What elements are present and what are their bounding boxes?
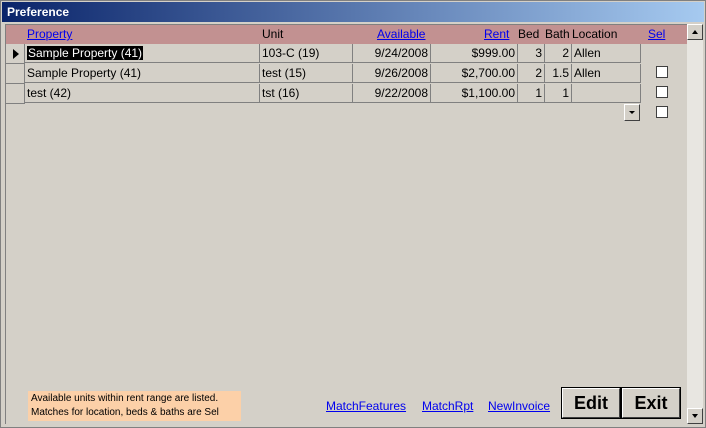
location-value: Allen [574,46,601,60]
record-selector[interactable] [6,84,25,104]
match-features-link[interactable]: MatchFeatures [326,399,406,413]
property-value: Sample Property (41) [27,46,144,60]
new-invoice-link[interactable]: NewInvoice [488,399,550,413]
column-header-row: Property Unit Available Rent Bed Bath Lo… [6,25,688,44]
property-cell[interactable]: test (42) [25,84,260,103]
header-location: Location [572,27,618,41]
exit-button[interactable]: Exit [621,387,681,419]
header-unit: Unit [262,27,284,41]
info-note: Available units within rent range are li… [28,391,241,421]
match-rpt-link[interactable]: MatchRpt [422,399,473,413]
note-line-1: Available units within rent range are li… [31,393,219,404]
header-property[interactable]: Property [27,27,72,41]
unit-cell[interactable]: tst (16) [260,84,353,103]
window-title: Preference [2,2,704,22]
table-row[interactable]: Sample Property (41) test (15) 9/26/2008… [6,64,688,101]
header-bed: Bed [518,27,540,41]
header-rent[interactable]: Rent [484,27,509,41]
bath-cell[interactable]: 1.5 [545,64,572,83]
location-dropdown-button[interactable] [624,104,640,121]
bath-cell[interactable]: 1 [545,84,572,103]
table-row[interactable]: test (42) tst (16) 9/22/2008 $1,100.00 1… [6,84,688,121]
available-cell[interactable]: 9/22/2008 [353,84,431,103]
vertical-scrollbar[interactable] [687,24,703,424]
preference-window: Preference Property Unit Available Rent … [0,0,706,428]
unit-cell[interactable]: 103-C (19) [260,44,353,63]
location-combo[interactable]: Allen [572,64,641,83]
rent-cell[interactable]: $999.00 [431,44,518,63]
bed-cell[interactable]: 3 [518,44,545,63]
header-bath: Bath [545,27,570,41]
rent-cell[interactable]: $2,700.00 [431,64,518,83]
table-row[interactable]: Sample Property (41) 103-C (19) 9/24/200… [6,44,688,81]
bed-cell[interactable]: 2 [518,64,545,83]
note-line-2: Matches for location, beds & baths are S… [31,407,219,418]
property-cell[interactable]: Sample Property (41) [25,64,260,83]
location-combo[interactable]: Allen [572,44,641,63]
record-selector[interactable] [6,44,25,64]
scroll-down-arrow-icon[interactable] [687,408,703,424]
datasheet: Property Unit Available Rent Bed Bath Lo… [5,24,688,424]
bath-cell[interactable]: 2 [545,44,572,63]
bed-cell[interactable]: 1 [518,84,545,103]
property-cell[interactable]: Sample Property (41) [25,44,260,63]
current-record-arrow-icon [13,49,19,59]
record-selector[interactable] [6,64,25,84]
available-cell[interactable]: 9/24/2008 [353,44,431,63]
available-cell[interactable]: 9/26/2008 [353,64,431,83]
header-available[interactable]: Available [377,27,425,41]
location-value: Allen [574,66,601,80]
scroll-up-arrow-icon[interactable] [687,24,703,40]
header-sel[interactable]: Sel [648,27,665,41]
unit-cell[interactable]: test (15) [260,64,353,83]
edit-button[interactable]: Edit [561,387,621,419]
location-combo[interactable] [572,84,641,103]
rent-cell[interactable]: $1,100.00 [431,84,518,103]
sel-checkbox[interactable] [656,106,668,118]
